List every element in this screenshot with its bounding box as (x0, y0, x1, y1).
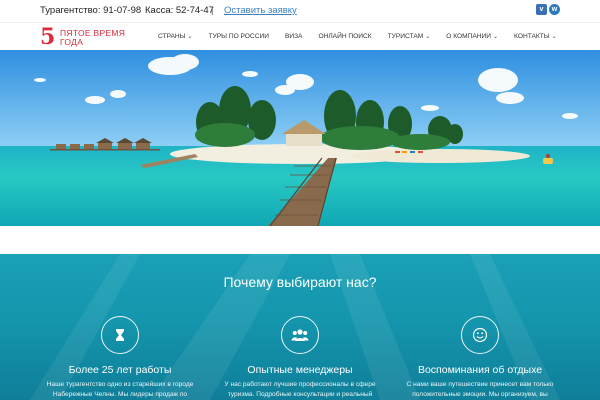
feature-description: С нами ваше путешествие принесет вам тол… (406, 381, 554, 398)
nav-item-visa[interactable]: ВИЗА (277, 23, 311, 51)
nav-item-tourists[interactable]: ТУРИСТАМ ⌄ (380, 23, 439, 51)
group-icon (291, 329, 309, 341)
site-header: 5 ПЯТОЕ ВРЕМЯ ГОДА СТРАНЫ ⌄ ТУРЫ ПО РОССИ… (0, 22, 600, 50)
section-heading: Почему выбирают нас? (223, 274, 377, 290)
smile-icon (472, 327, 488, 343)
why-choose-us-section: Почему выбирают нас? Более 25 лет работы… (0, 254, 600, 400)
agency-phone[interactable]: Турагентство: 91-07-98 (40, 5, 141, 16)
feature-icon-circle (101, 316, 139, 354)
logo-number: 5 (40, 24, 56, 50)
feature-managers: Опытные менеджеры У нас работают лучшие … (210, 316, 390, 400)
cashier-phone[interactable]: Касса: 52-74-47 (145, 5, 214, 16)
feature-description: Наше турагентство одно из старейших в го… (46, 381, 194, 398)
feature-memories: Воспоминания об отдыхе С нами ваше путеш… (390, 316, 570, 400)
nav-item-about[interactable]: О КОМПАНИИ ⌄ (438, 23, 506, 51)
nav-item-countries[interactable]: СТРАНЫ ⌄ (150, 23, 201, 51)
top-contact-bar: Турагентство: 91-07-98 Касса: 52-74-47 |… (0, 0, 600, 22)
hero-island-image (0, 50, 600, 226)
chevron-down-icon: ⌄ (187, 34, 193, 40)
separator: | (211, 5, 214, 16)
logo-text: ПЯТОЕ ВРЕМЯ ГОДА (60, 28, 126, 47)
nav-item-russia-tours[interactable]: ТУРЫ ПО РОССИИ (201, 23, 277, 51)
whatsapp-icon[interactable]: w (549, 4, 560, 15)
hero-banner (0, 50, 600, 226)
hourglass-icon (116, 329, 124, 341)
vimeo-icon[interactable]: v (536, 4, 547, 15)
leave-request-link[interactable]: Оставить заявку (224, 5, 297, 16)
chevron-down-icon: ⌄ (551, 34, 557, 40)
feature-description: У нас работают лучшие профессионалы в сф… (224, 381, 376, 398)
chevron-down-icon: ⌄ (425, 34, 431, 40)
chevron-down-icon: ⌄ (493, 34, 499, 40)
main-nav: СТРАНЫ ⌄ ТУРЫ ПО РОССИИ ВИЗА ОНЛАЙН ПОИСК… (150, 23, 565, 51)
feature-icon-circle (461, 316, 499, 354)
feature-title: Опытные менеджеры (247, 364, 353, 376)
feature-icon-circle (281, 316, 319, 354)
nav-item-contacts[interactable]: КОНТАКТЫ ⌄ (506, 23, 565, 51)
feature-title: Более 25 лет работы (68, 364, 172, 376)
feature-title: Воспоминания об отдыхе (417, 364, 543, 376)
nav-item-online-search[interactable]: ОНЛАЙН ПОИСК (310, 23, 379, 51)
feature-experience: Более 25 лет работы Наше турагентство од… (30, 316, 210, 400)
